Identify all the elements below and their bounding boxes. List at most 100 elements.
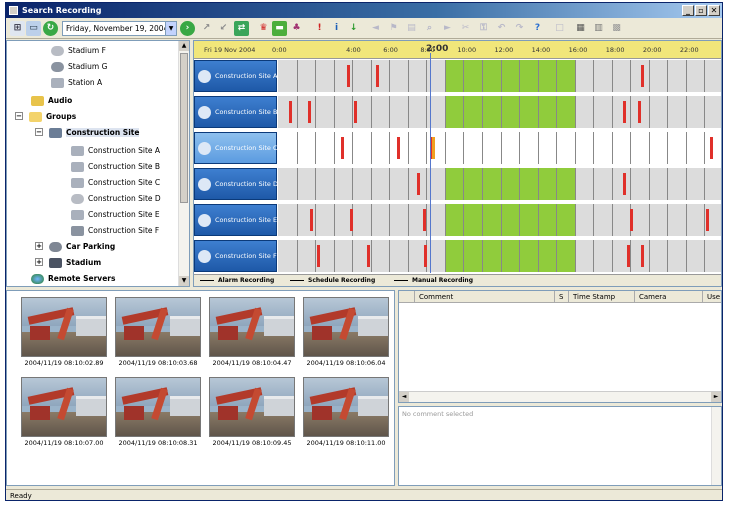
camera-track[interactable] <box>278 96 721 128</box>
tree-item-station-a[interactable]: Station A <box>51 75 102 90</box>
timeline-header[interactable]: Fri 19 Nov 2004 2:00 0:002:004:006:008:0… <box>194 41 721 59</box>
maximize-button[interactable]: ▫ <box>695 5 707 16</box>
thumbnail[interactable]: 2004/11/19 08:10:03.68 <box>115 297 201 369</box>
search-icon[interactable]: ⌕ <box>422 21 437 36</box>
tree-item-construction-site-e[interactable]: Construction Site E <box>71 207 160 222</box>
tree-item-construction-site-a[interactable]: Construction Site A <box>71 143 160 158</box>
scroll-left-icon[interactable]: ◄ <box>399 392 409 402</box>
alarm-filter-icon[interactable]: ♛ <box>256 21 271 36</box>
thumbnail[interactable]: 2004/11/19 08:10:06.04 <box>303 297 389 369</box>
alarm-marker[interactable] <box>417 173 421 195</box>
alarm-marker[interactable] <box>706 209 710 231</box>
tree-item-audio[interactable]: Audio <box>31 93 72 108</box>
refresh-icon[interactable]: ↻ <box>43 21 58 36</box>
info-icon[interactable]: i <box>329 21 344 36</box>
alarm-marker[interactable] <box>309 209 313 231</box>
thumbnail[interactable]: 2004/11/19 08:10:02.89 <box>21 297 107 369</box>
camera-track[interactable] <box>278 60 721 92</box>
expand-icon[interactable]: + <box>35 242 43 250</box>
undo-icon[interactable]: ↶ <box>494 21 509 36</box>
download-icon[interactable]: ↓ <box>346 21 361 36</box>
schedule-filter-icon[interactable]: ▬ <box>272 21 287 36</box>
manual-marker[interactable] <box>431 137 435 159</box>
blank-icon[interactable]: □ <box>552 21 567 36</box>
alarm-marker[interactable] <box>396 137 400 159</box>
sync-icon[interactable]: ⇄ <box>234 21 249 36</box>
redo-icon[interactable]: ↷ <box>512 21 527 36</box>
expand-icon[interactable]: + <box>35 258 43 266</box>
collapse-icon[interactable]: − <box>15 112 23 120</box>
layout-grid-icon[interactable]: ▦ <box>573 21 588 36</box>
alarm-marker[interactable] <box>630 209 634 231</box>
thumbnail[interactable]: 2004/11/19 08:10:09.45 <box>209 377 295 449</box>
tree-item-construction-site-f[interactable]: Construction Site F <box>71 223 159 238</box>
col-camera[interactable]: Camera <box>635 291 703 303</box>
previous-icon[interactable]: ◄ <box>368 21 383 36</box>
tree-item-remote-servers[interactable]: Remote Servers <box>31 271 115 286</box>
camera-button[interactable]: Construction Site F <box>194 240 277 272</box>
close-button[interactable]: ✕ <box>708 5 720 16</box>
alarm-marker[interactable] <box>341 137 345 159</box>
camera-track[interactable] <box>278 132 721 164</box>
tree-item-stadium-f[interactable]: Stadium F <box>51 43 106 58</box>
tree-item-construction-site-c[interactable]: Construction Site C <box>71 175 160 190</box>
forward-icon[interactable]: ► <box>440 21 455 36</box>
thumbnail[interactable]: 2004/11/19 08:10:11.00 <box>303 377 389 449</box>
layout-quad-icon[interactable]: ▩ <box>609 21 624 36</box>
scroll-down-icon[interactable]: ▼ <box>179 276 189 286</box>
alarm-marker[interactable] <box>424 245 428 267</box>
tree-item-stadium[interactable]: + Stadium <box>35 255 101 270</box>
camera-button[interactable]: Construction Site D <box>194 168 278 200</box>
scroll-right-icon[interactable]: ► <box>711 392 721 402</box>
alarm-marker[interactable] <box>350 209 354 231</box>
chevron-down-icon[interactable]: ▼ <box>165 22 176 35</box>
collapse-icon[interactable]: − <box>35 128 43 136</box>
zoom-in-icon[interactable]: ↗ <box>199 21 214 36</box>
date-picker[interactable]: Friday, November 19, 2004 ▼ <box>62 21 177 36</box>
scroll-up-icon[interactable]: ▲ <box>179 41 189 51</box>
alarm-marker[interactable] <box>422 209 426 231</box>
alarm-marker[interactable] <box>316 245 320 267</box>
camera-track[interactable] <box>278 240 721 272</box>
zoom-out-icon[interactable]: ↙ <box>216 21 231 36</box>
camera-track[interactable] <box>278 168 721 200</box>
tree-item-groups[interactable]: − Groups <box>15 109 76 124</box>
copy-icon[interactable]: ▤ <box>404 21 419 36</box>
layout-split-icon[interactable]: ▥ <box>591 21 606 36</box>
camera-button[interactable]: Construction Site E <box>194 204 277 236</box>
comment-scrollbar[interactable] <box>711 407 721 485</box>
comment-box[interactable]: No comment selected <box>398 406 722 486</box>
lock-icon[interactable]: ⚿ <box>476 21 491 36</box>
alarm-marker[interactable] <box>637 101 641 123</box>
manual-filter-icon[interactable]: ♣ <box>289 21 304 36</box>
help-icon[interactable]: ? <box>530 21 545 36</box>
tree-item-construction-site-b[interactable]: Construction Site B <box>71 159 160 174</box>
alarm-marker[interactable] <box>641 65 645 87</box>
alert-icon[interactable]: ! <box>312 21 327 36</box>
camera-button[interactable]: Construction Site C <box>194 132 278 164</box>
list-scrollbar[interactable]: ◄ ► <box>399 391 721 402</box>
alarm-marker[interactable] <box>289 101 293 123</box>
alarm-marker[interactable] <box>641 245 645 267</box>
scroll-thumb[interactable] <box>180 53 188 203</box>
window-icon[interactable]: ▭ <box>26 21 41 36</box>
thumbnail[interactable]: 2004/11/19 08:10:04.47 <box>209 297 295 369</box>
col-blank[interactable] <box>399 291 415 303</box>
camera-track[interactable] <box>278 204 721 236</box>
thumbnail[interactable]: 2004/11/19 08:10:08.31 <box>115 377 201 449</box>
tree-item-car-parking[interactable]: + Car Parking <box>35 239 115 254</box>
tree-item-construction-site[interactable]: − Construction Site <box>35 125 140 140</box>
camera-button[interactable]: Construction Site B <box>194 96 277 128</box>
tree-scrollbar[interactable]: ▲ ▼ <box>178 41 189 286</box>
time-cursor[interactable] <box>430 53 432 273</box>
tree-item-stadium-g[interactable]: Stadium G <box>51 59 107 74</box>
cut-icon[interactable]: ✂ <box>458 21 473 36</box>
alarm-marker[interactable] <box>626 245 630 267</box>
alarm-marker[interactable] <box>622 173 626 195</box>
tree-view-icon[interactable]: ⊞ <box>10 21 25 36</box>
col-use[interactable]: Use <box>703 291 721 303</box>
alarm-marker[interactable] <box>622 101 626 123</box>
col-comment[interactable]: Comment <box>415 291 555 303</box>
alarm-marker[interactable] <box>354 101 358 123</box>
minimize-button[interactable]: _ <box>682 5 694 16</box>
